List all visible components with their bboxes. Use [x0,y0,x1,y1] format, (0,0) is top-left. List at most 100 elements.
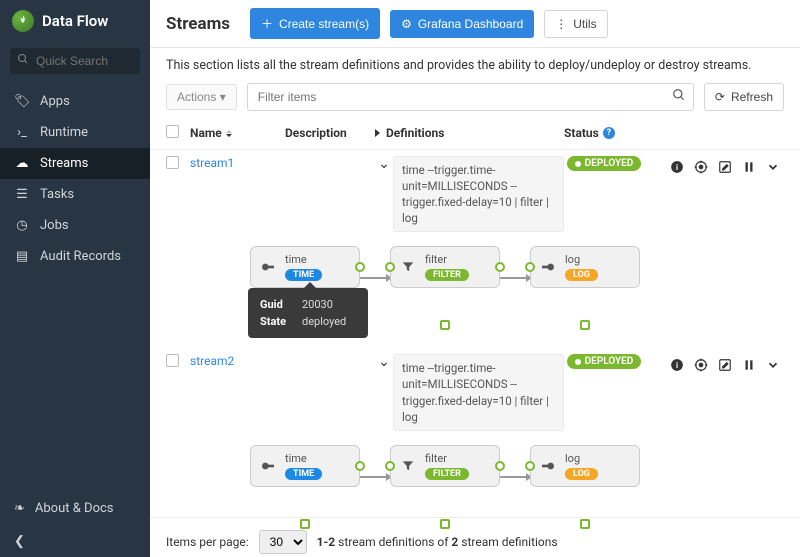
expand-button[interactable] [762,354,784,376]
deploy-button[interactable] [690,156,712,178]
status-badge: DEPLOYED [567,354,642,369]
records-icon: ▤ [14,249,30,264]
source-icon [259,258,277,276]
page-header: Streams ＋Create stream(s) ⚙Grafana Dashb… [150,0,800,48]
column-description[interactable]: Description [285,126,375,140]
node-label: filter [425,253,469,266]
edit-button[interactable] [714,156,736,178]
cloud-icon: ☁ [14,156,30,171]
sidebar-item-label: Audit Records [40,249,121,264]
link [500,277,530,279]
filter-icon [399,457,417,475]
definition-text: time --trigger.time-unit=MILLISECONDS --… [393,156,564,232]
expand-button[interactable] [762,156,784,178]
pager: Items per page: 30 1-2 stream definition… [150,517,800,557]
refresh-button[interactable]: ⟳Refresh [704,83,784,111]
edit-button[interactable] [714,354,736,376]
column-name[interactable]: Name [190,126,285,140]
sink-icon [539,258,557,276]
undeploy-button[interactable] [738,354,760,376]
node-type: TIME [285,468,322,480]
flow-graph: timeTIME Guid20030 Statedeployed filterF… [150,238,800,318]
input-port[interactable] [525,461,535,471]
input-port[interactable] [385,461,395,471]
sidebar-collapse[interactable]: ❮ [0,526,150,557]
tooltip-value: deployed [302,315,346,328]
details-button[interactable]: i [666,354,688,376]
output-port[interactable] [495,262,505,272]
caret-right-icon [375,129,380,137]
deploy-button[interactable] [690,354,712,376]
sidebar-item-runtime[interactable]: ›_ Runtime [0,117,150,148]
actions-dropdown[interactable]: Actions ▾ [166,84,237,110]
help-icon[interactable]: ? [603,127,615,139]
column-label: Status [564,126,599,140]
sidebar-item-apps[interactable]: 🏷Apps [0,86,150,117]
search-input[interactable] [10,48,140,74]
node-type: LOG [565,468,598,480]
page-title: Streams [166,14,230,34]
column-status[interactable]: Status? [564,126,644,140]
tooltip-key: Guid [260,298,292,311]
node-label: log [565,452,598,465]
output-port[interactable] [355,262,365,272]
tooltip-key: State [260,315,292,328]
leaf-icon: ❧ [14,501,25,516]
input-port[interactable] [525,262,535,272]
output-port[interactable] [495,461,505,471]
svg-text:i: i [676,361,678,370]
brand[interactable]: Data Flow [0,0,150,42]
main: Streams ＋Create stream(s) ⚙Grafana Dashb… [150,0,800,557]
sidebar-item-streams[interactable]: ☁ Streams [0,148,150,179]
details-button[interactable]: i [666,156,688,178]
sidebar-item-label: Runtime [40,125,88,140]
row-checkbox[interactable] [166,354,179,367]
brand-text: Data Flow [42,12,108,30]
sidebar-item-audit[interactable]: ▤ Audit Records [0,241,150,272]
node-log[interactable]: logLOG [530,246,640,288]
row-checkbox[interactable] [166,156,179,169]
button-label: Utils [573,17,596,31]
sidebar-item-label: Apps [40,94,70,109]
grafana-button[interactable]: ⚙Grafana Dashboard [390,10,534,38]
bottom-port[interactable] [440,519,450,529]
column-label: Name [190,126,222,140]
button-label: Refresh [731,90,773,104]
node-type: FILTER [425,468,469,480]
search-icon [17,53,29,69]
collapse-toggle[interactable]: ⌄ [375,156,393,172]
sidebar-item-about[interactable]: ❧About & Docs [0,491,150,526]
bottom-port[interactable] [440,320,450,330]
stream-name-link[interactable]: stream1 [190,156,234,170]
node-filter[interactable]: filterFILTER [390,246,500,288]
node-time[interactable]: timeTIME [250,445,360,487]
bottom-port[interactable] [580,320,590,330]
terminal-icon: ›_ [14,125,30,140]
stream-name-link[interactable]: stream2 [190,354,234,368]
search-icon[interactable] [672,88,686,106]
page-size-select[interactable]: 30 [259,530,307,554]
node-log[interactable]: log LOG [530,445,640,487]
logo-icon [12,10,34,32]
input-port[interactable] [385,262,395,272]
filter-wrap [247,83,694,111]
column-label: Definitions [386,126,444,140]
collapse-toggle[interactable]: ⌄ [375,354,393,370]
sidebar-item-tasks[interactable]: ☰Tasks [0,179,150,210]
utils-button[interactable]: ⋮Utils [544,10,607,38]
select-all-checkbox[interactable] [166,125,179,138]
sink-icon [539,457,557,475]
link [500,476,530,478]
output-port[interactable] [355,461,365,471]
sidebar-item-jobs[interactable]: ◷Jobs [0,210,150,241]
bottom-port[interactable] [580,519,590,529]
filter-input[interactable] [247,83,694,111]
bottom-port[interactable] [300,519,310,529]
sidebar-item-label: Streams [40,156,88,171]
column-definitions[interactable]: Definitions [375,126,564,140]
source-icon [259,457,277,475]
node-filter[interactable]: filterFILTER [390,445,500,487]
link [360,277,390,279]
create-stream-button[interactable]: ＋Create stream(s) [250,8,380,39]
undeploy-button[interactable] [738,156,760,178]
